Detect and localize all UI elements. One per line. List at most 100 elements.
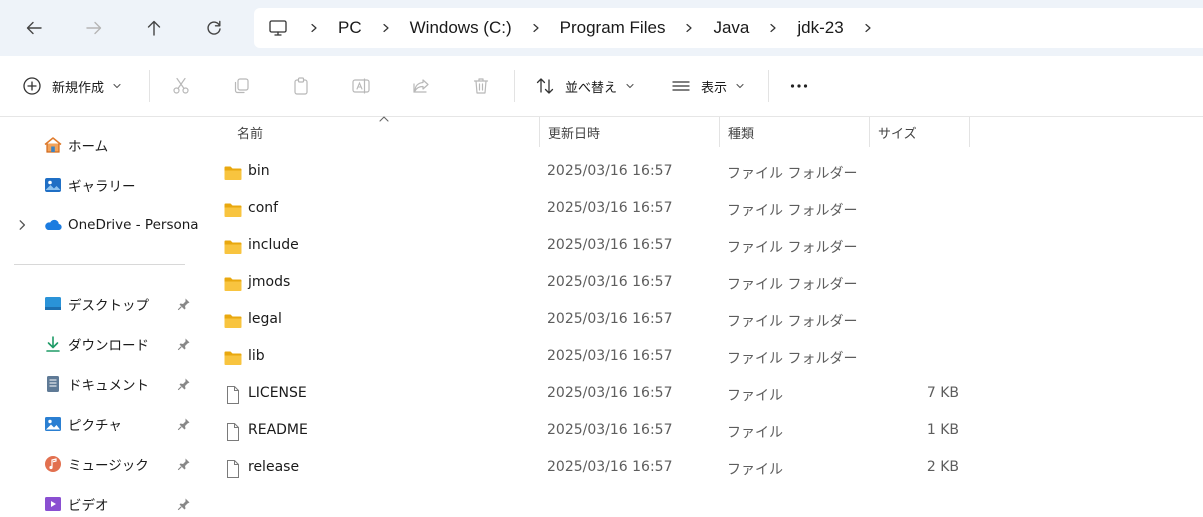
column-divider[interactable] bbox=[719, 117, 720, 147]
pin-icon[interactable] bbox=[177, 297, 191, 311]
sidebar-item-label: ダウンロード bbox=[68, 338, 149, 354]
column-divider[interactable] bbox=[869, 117, 870, 147]
chevron-right-icon[interactable] bbox=[524, 18, 548, 38]
column-header-name[interactable]: 名前 bbox=[237, 117, 263, 147]
folder-icon bbox=[223, 200, 243, 220]
more-options-button[interactable] bbox=[789, 66, 809, 106]
pictures-icon bbox=[42, 413, 64, 435]
chevron-right-icon[interactable] bbox=[856, 18, 880, 38]
chevron-right-icon[interactable] bbox=[761, 18, 785, 38]
rename-button[interactable] bbox=[351, 66, 371, 106]
breadcrumb-item-drive[interactable]: Windows (C:) bbox=[402, 18, 520, 38]
file-name[interactable]: README bbox=[248, 422, 308, 438]
pin-icon[interactable] bbox=[177, 417, 191, 431]
file-type: ファイル フォルダー bbox=[727, 277, 858, 293]
arrow-right-icon bbox=[86, 21, 102, 35]
file-size: 1 KB bbox=[926, 422, 959, 438]
new-button[interactable]: 新規作成 bbox=[22, 66, 122, 106]
chevron-right-icon[interactable] bbox=[677, 18, 701, 38]
view-button-label: 表示 bbox=[701, 80, 728, 96]
video-icon bbox=[42, 493, 64, 515]
pin-icon[interactable] bbox=[177, 497, 191, 511]
file-name[interactable]: release bbox=[248, 459, 299, 475]
file-name[interactable]: jmods bbox=[248, 274, 290, 290]
file-row[interactable]: README 2025/03/16 16:57 ファイル 1 KB bbox=[199, 413, 1203, 450]
column-divider[interactable] bbox=[539, 117, 540, 147]
file-size: 7 KB bbox=[926, 385, 959, 401]
file-row[interactable]: LICENSE 2025/03/16 16:57 ファイル 7 KB bbox=[199, 376, 1203, 413]
clipboard-icon bbox=[294, 77, 308, 95]
new-button-label: 新規作成 bbox=[52, 80, 105, 96]
sidebar-item-downloads[interactable]: ダウンロード bbox=[0, 326, 198, 362]
file-row[interactable]: include 2025/03/16 16:57 ファイル フォルダー bbox=[199, 228, 1203, 265]
file-name[interactable]: bin bbox=[248, 163, 270, 179]
sidebar-item-label: ミュージック bbox=[68, 458, 149, 474]
file-row[interactable]: legal 2025/03/16 16:57 ファイル フォルダー bbox=[199, 302, 1203, 339]
pin-icon[interactable] bbox=[177, 377, 191, 391]
sidebar-item-onedrive[interactable]: OneDrive - Persona bbox=[0, 207, 198, 243]
pin-icon[interactable] bbox=[177, 337, 191, 351]
breadcrumb[interactable]: PC Windows (C:) Program Files Java jdk-2… bbox=[254, 8, 1203, 48]
file-type: ファイル フォルダー bbox=[727, 314, 858, 330]
share-button[interactable] bbox=[411, 66, 431, 106]
file-row[interactable]: jmods 2025/03/16 16:57 ファイル フォルダー bbox=[199, 265, 1203, 302]
sidebar-item-label: ギャラリー bbox=[68, 179, 136, 195]
pin-icon[interactable] bbox=[177, 457, 191, 471]
column-header-modified[interactable]: 更新日時 bbox=[548, 117, 600, 147]
file-row[interactable]: conf 2025/03/16 16:57 ファイル フォルダー bbox=[199, 191, 1203, 228]
sidebar-item-label: ピクチャ bbox=[68, 418, 122, 434]
file-row[interactable]: release 2025/03/16 16:57 ファイル 2 KB bbox=[199, 450, 1203, 487]
sidebar-item-label: ドキュメント bbox=[68, 378, 149, 394]
pc-monitor-icon[interactable] bbox=[268, 18, 288, 38]
delete-button[interactable] bbox=[471, 66, 491, 106]
column-header-type[interactable]: 種類 bbox=[728, 117, 754, 147]
view-list-icon bbox=[672, 81, 690, 91]
copy-icon bbox=[234, 78, 249, 94]
file-type: ファイル bbox=[727, 425, 783, 441]
file-type: ファイル フォルダー bbox=[727, 166, 858, 182]
column-divider[interactable] bbox=[969, 117, 970, 147]
breadcrumb-item-pc[interactable]: PC bbox=[330, 18, 370, 38]
file-name[interactable]: conf bbox=[248, 200, 278, 216]
back-button[interactable] bbox=[12, 8, 56, 48]
sidebar-item-label: デスクトップ bbox=[68, 298, 149, 314]
refresh-button[interactable] bbox=[192, 8, 236, 48]
view-button[interactable]: 表示 bbox=[671, 66, 745, 106]
sort-button[interactable]: 並べ替え bbox=[535, 66, 635, 106]
paste-button[interactable] bbox=[291, 66, 311, 106]
breadcrumb-item-java[interactable]: Java bbox=[705, 18, 757, 38]
breadcrumb-item-jdk[interactable]: jdk-23 bbox=[789, 18, 851, 38]
trash-icon bbox=[473, 78, 489, 94]
breadcrumb-item-program-files[interactable]: Program Files bbox=[552, 18, 674, 38]
sidebar-item-music[interactable]: ミュージック bbox=[0, 446, 198, 482]
sidebar-item-gallery[interactable]: ギャラリー bbox=[0, 167, 198, 203]
file-row[interactable]: bin 2025/03/16 16:57 ファイル フォルダー bbox=[199, 154, 1203, 191]
file-name[interactable]: legal bbox=[248, 311, 282, 327]
rename-icon bbox=[352, 78, 370, 94]
sidebar-item-desktop[interactable]: デスクトップ bbox=[0, 286, 198, 322]
sidebar-item-documents[interactable]: ドキュメント bbox=[0, 366, 198, 402]
file-name[interactable]: LICENSE bbox=[248, 385, 307, 401]
up-button[interactable] bbox=[132, 8, 176, 48]
arrow-up-icon bbox=[147, 20, 161, 36]
cut-button[interactable] bbox=[171, 66, 191, 106]
sidebar-item-home[interactable]: ホーム bbox=[0, 127, 198, 163]
sidebar-item-label: OneDrive - Persona bbox=[68, 217, 198, 233]
file-modified-date: 2025/03/16 16:57 bbox=[547, 385, 673, 401]
chevron-right-icon[interactable] bbox=[374, 18, 398, 38]
file-name[interactable]: include bbox=[248, 237, 299, 253]
column-header-size[interactable]: サイズ bbox=[878, 117, 917, 147]
chevron-right-icon[interactable] bbox=[16, 219, 28, 231]
desktop-icon bbox=[42, 293, 64, 315]
copy-button[interactable] bbox=[231, 66, 251, 106]
forward-button[interactable] bbox=[72, 8, 116, 48]
chevron-right-icon[interactable] bbox=[302, 18, 326, 38]
sidebar-item-videos[interactable]: ビデオ bbox=[0, 486, 198, 517]
file-name[interactable]: lib bbox=[248, 348, 265, 364]
file-row[interactable]: lib 2025/03/16 16:57 ファイル フォルダー bbox=[199, 339, 1203, 376]
onedrive-cloud-icon bbox=[42, 214, 64, 236]
sidebar-item-pictures[interactable]: ピクチャ bbox=[0, 406, 198, 442]
file-modified-date: 2025/03/16 16:57 bbox=[547, 311, 673, 327]
chevron-down-icon bbox=[113, 83, 121, 89]
file-modified-date: 2025/03/16 16:57 bbox=[547, 459, 673, 475]
